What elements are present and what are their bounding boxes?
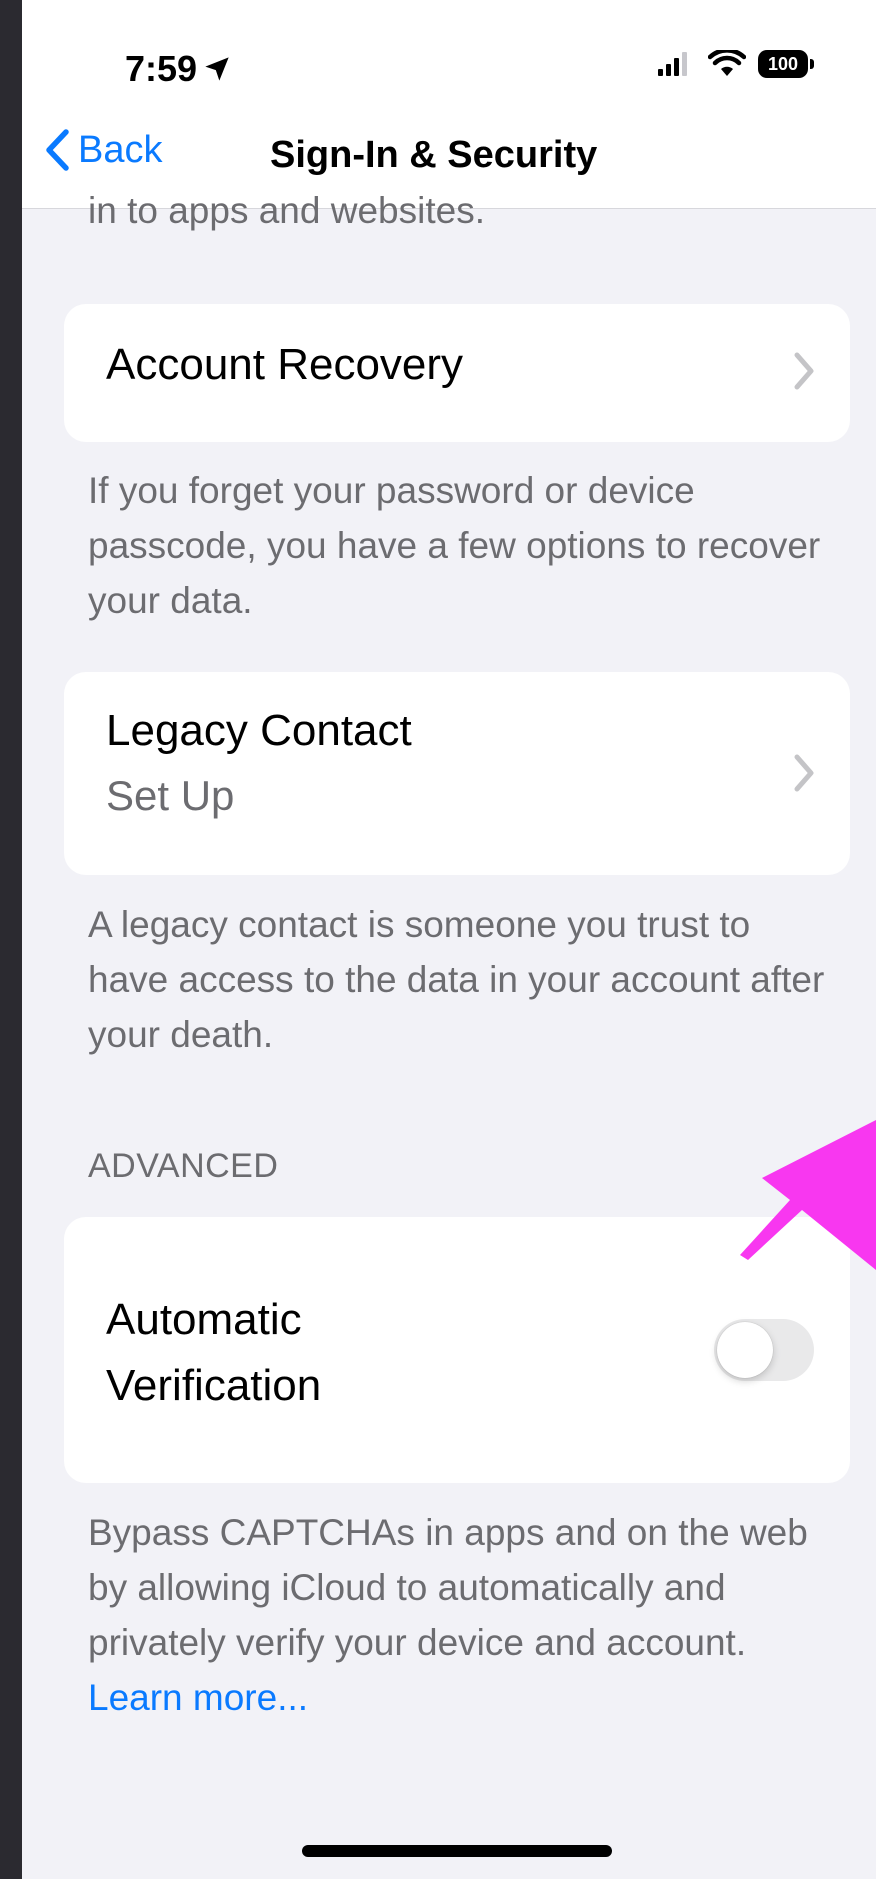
location-arrow-icon (205, 57, 229, 81)
cellular-signal-icon (658, 52, 687, 76)
automatic-verification-title: Automatic Verification (106, 1287, 321, 1419)
automatic-verification-footnote: Bypass CAPTCHAs in apps and on the web b… (88, 1505, 828, 1725)
automatic-verification-description: Bypass CAPTCHAs in apps and on the web b… (88, 1512, 808, 1663)
legacy-contact-title: Legacy Contact (106, 706, 412, 755)
account-recovery-row[interactable]: Account Recovery (64, 304, 850, 442)
status-time: 7:59 (125, 48, 198, 89)
page-title: Sign-In & Security (270, 134, 598, 176)
back-button[interactable]: Back (44, 128, 162, 172)
wifi-icon (708, 50, 746, 76)
automatic-verification-title-line1: Automatic (106, 1295, 302, 1344)
home-indicator (302, 1845, 612, 1857)
annotation-arrow-icon (740, 1120, 876, 1270)
learn-more-link[interactable]: Learn more... (88, 1677, 308, 1718)
back-label: Back (78, 128, 163, 171)
status-icons: 100 (656, 50, 814, 78)
phone-edge (0, 0, 22, 1879)
phone-screen: 7:59 100 Back Sign-In & Security in to a… (22, 0, 876, 1879)
chevron-right-icon (794, 352, 814, 390)
status-time-group: 7:59 (125, 48, 231, 90)
battery-level: 100 (767, 53, 799, 74)
legacy-contact-status: Set Up (106, 772, 235, 819)
chevron-left-icon (46, 129, 69, 171)
account-recovery-title: Account Recovery (106, 340, 464, 389)
section-header-advanced: ADVANCED (88, 1147, 279, 1185)
chevron-right-icon (794, 754, 814, 792)
automatic-verification-title-line2: Verification (106, 1361, 322, 1410)
legacy-contact-row[interactable]: Legacy Contact Set Up (64, 672, 850, 875)
automatic-verification-row: Automatic Verification (64, 1217, 850, 1483)
legacy-contact-footnote: A legacy contact is someone you trust to… (88, 904, 825, 1055)
cut-off-footnote: in to apps and websites. (88, 190, 485, 231)
battery-icon: 100 (758, 50, 814, 78)
account-recovery-footnote: If you forget your password or device pa… (88, 470, 821, 621)
